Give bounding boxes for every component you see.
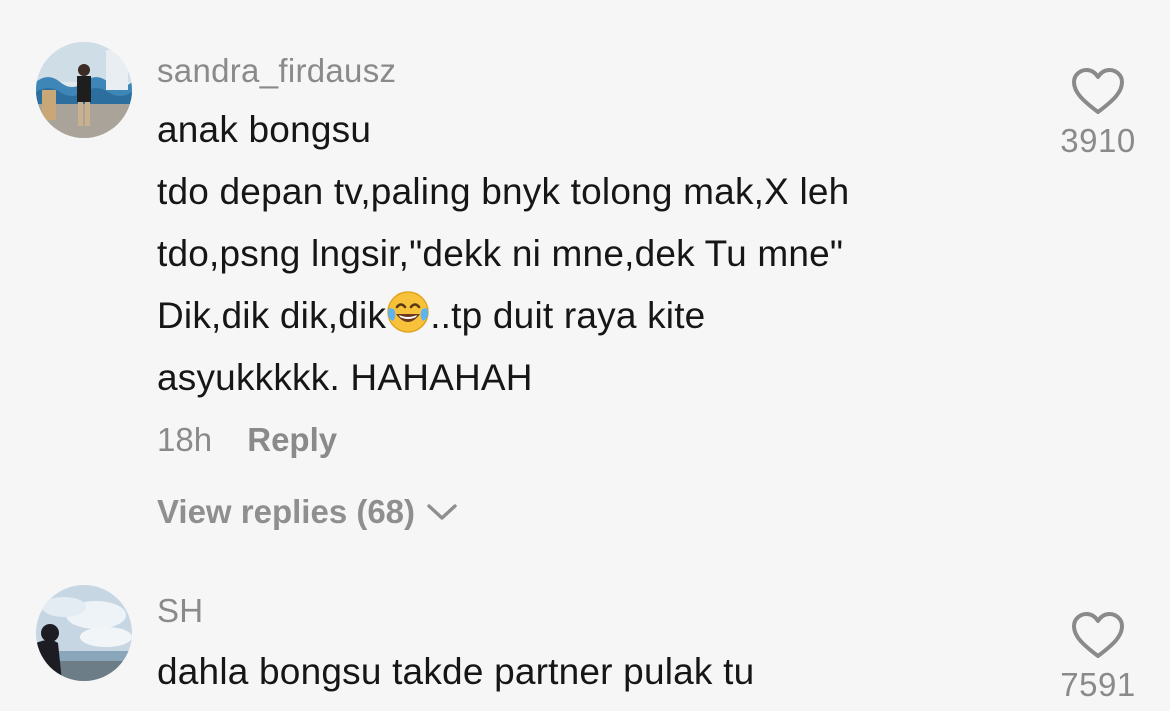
heart-outline-icon — [1072, 612, 1124, 658]
comment-line: dahla bongsu takde partner pulak tu — [157, 651, 755, 692]
avatar[interactable] — [36, 585, 132, 681]
like-button[interactable]: 7591 — [1048, 610, 1148, 704]
comment-item: SH dahla bongsu takde partner pulak tu 7… — [0, 0, 1170, 711]
like-count: 7591 — [1060, 666, 1136, 703]
comments-page: sandra_firdausz anak bongsu tdo depan tv… — [0, 0, 1170, 711]
comment-text: dahla bongsu takde partner pulak tu — [157, 641, 754, 703]
username[interactable]: SH — [157, 592, 203, 630]
